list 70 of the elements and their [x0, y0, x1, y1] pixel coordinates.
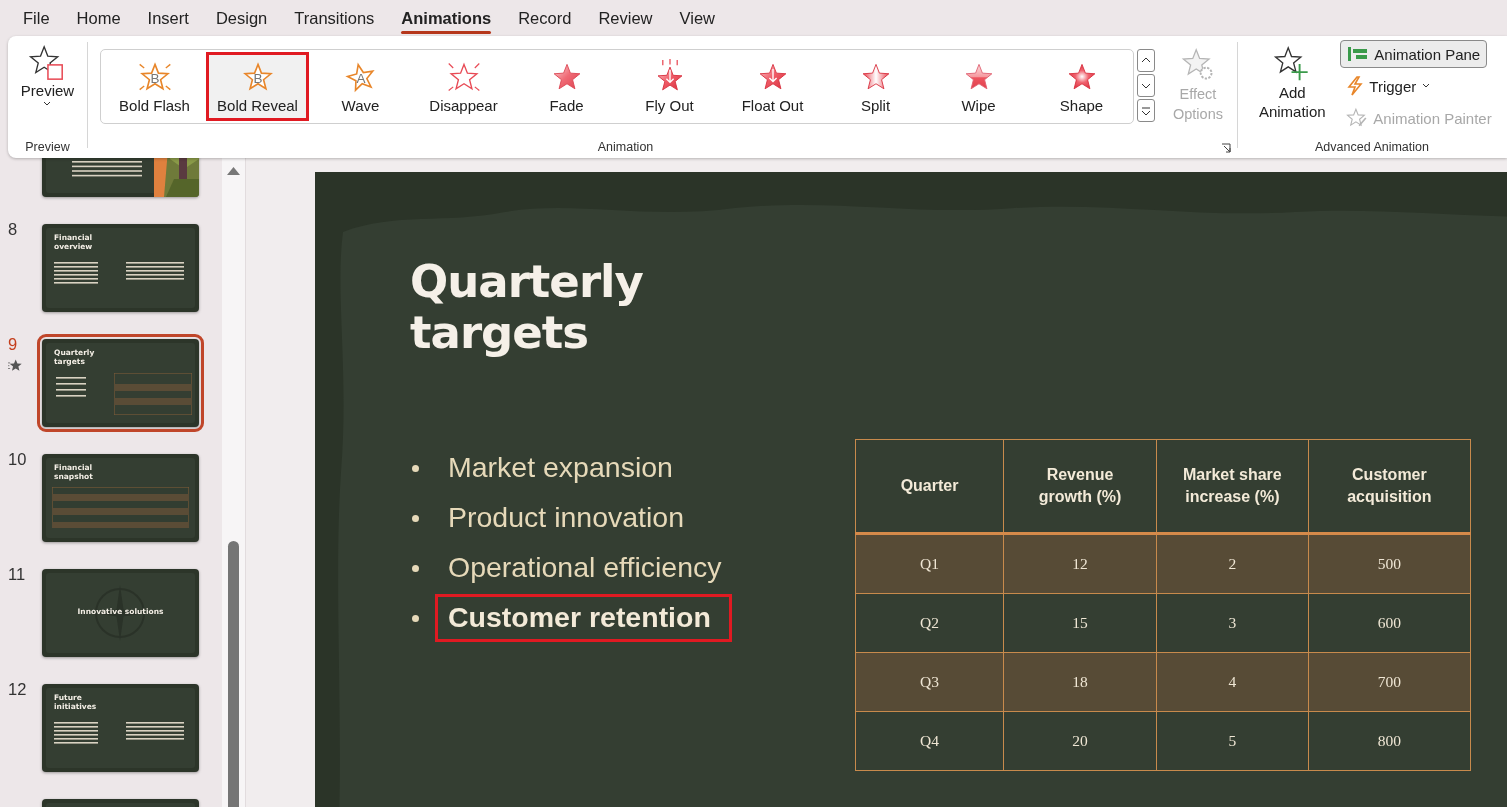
- table-cell: 20: [1003, 711, 1157, 771]
- thumbnail-text-drawing: [54, 262, 98, 284]
- bullet-text: Product innovation: [447, 500, 686, 535]
- preview-button[interactable]: Preview: [20, 44, 75, 109]
- animation-option[interactable]: B Bold Reveal: [206, 52, 309, 121]
- table-cell: 800: [1308, 711, 1471, 771]
- group-label: Advanced Animation: [1315, 140, 1429, 156]
- slide-number: 9: [8, 335, 19, 354]
- table-cell: Q4: [855, 711, 1004, 771]
- table-cell: 3: [1156, 593, 1309, 653]
- animation-option[interactable]: Wipe: [927, 52, 1030, 121]
- thumbnail-text-drawing: [54, 722, 98, 744]
- ribbon-tab[interactable]: Transitions: [294, 0, 375, 36]
- bullet-text: Operational efficiency: [447, 550, 723, 585]
- pane-icon: [1347, 46, 1370, 62]
- slide-title: Quarterly targets: [410, 256, 644, 358]
- table-cell: 600: [1308, 593, 1471, 653]
- scroll-up-button[interactable]: [1137, 49, 1155, 72]
- animation-option[interactable]: Shape: [1030, 52, 1133, 121]
- bullet-icon: [412, 464, 419, 472]
- table-cell: 700: [1308, 652, 1471, 712]
- star-brush-icon: [1346, 107, 1369, 129]
- animation-pane-button[interactable]: Animation Pane: [1340, 40, 1488, 68]
- ribbon-tab[interactable]: Review: [598, 0, 653, 36]
- slide-number: 12: [8, 680, 28, 699]
- animation-option[interactable]: Disappear: [412, 52, 515, 121]
- group-label: Animation: [597, 140, 654, 156]
- animation-option[interactable]: Split: [824, 52, 927, 121]
- scroll-down-button[interactable]: [1137, 74, 1155, 97]
- group-label: Preview: [25, 140, 70, 156]
- slide-number: 8: [8, 220, 19, 239]
- ribbon-tab[interactable]: Animations: [401, 0, 492, 36]
- table-cell: 18: [1003, 652, 1157, 712]
- bullet-text: Customer retention: [435, 594, 732, 642]
- add-animation-button[interactable]: Add Animation: [1246, 45, 1339, 132]
- thumbnail-text-drawing: [126, 722, 184, 740]
- ribbon-tab[interactable]: Record: [518, 0, 572, 36]
- table-cell: 4: [1156, 652, 1309, 712]
- slide-number: 11: [8, 565, 27, 584]
- table-cell: 500: [1308, 533, 1471, 594]
- ribbon-tab[interactable]: Home: [76, 0, 121, 36]
- animation-option[interactable]: Float Out: [721, 52, 824, 121]
- bullet-icon: [412, 564, 419, 572]
- table-cell: Q2: [855, 593, 1004, 653]
- animation-option[interactable]: B Bold Flash: [103, 52, 206, 121]
- ribbon-tab[interactable]: Insert: [147, 0, 189, 36]
- ribbon-tab[interactable]: Design: [215, 0, 268, 36]
- scrollbar-thumb[interactable]: [228, 541, 239, 807]
- bullet-icon: [412, 614, 419, 622]
- bullet-icon: [412, 514, 419, 522]
- table-cell: 5: [1156, 711, 1309, 771]
- animation-option[interactable]: Fade: [515, 52, 618, 121]
- table-cell: 2: [1156, 533, 1309, 594]
- table-cell: Q3: [855, 652, 1004, 712]
- table-cell: 15: [1003, 593, 1157, 653]
- animation-option[interactable]: Fly Out: [618, 52, 721, 121]
- ribbon-tab[interactable]: View: [679, 0, 715, 36]
- thumbnail-text-drawing: [56, 377, 86, 397]
- expand-icon: [1139, 104, 1153, 117]
- thumbnail-text-drawing: [126, 262, 184, 280]
- table-cell: 12: [1003, 533, 1157, 594]
- dialog-launcher-icon[interactable]: [1221, 143, 1231, 153]
- bullet-text: Market expansion: [447, 450, 674, 485]
- slide-number: 10: [8, 450, 28, 469]
- table-cell: Q1: [855, 533, 1004, 594]
- trigger-button[interactable]: Trigger: [1340, 72, 1438, 100]
- animation-option[interactable]: A Wave: [309, 52, 412, 121]
- more-button[interactable]: [1137, 99, 1155, 122]
- lightning-icon: [1346, 76, 1365, 96]
- ribbon-tab[interactable]: File: [23, 0, 50, 36]
